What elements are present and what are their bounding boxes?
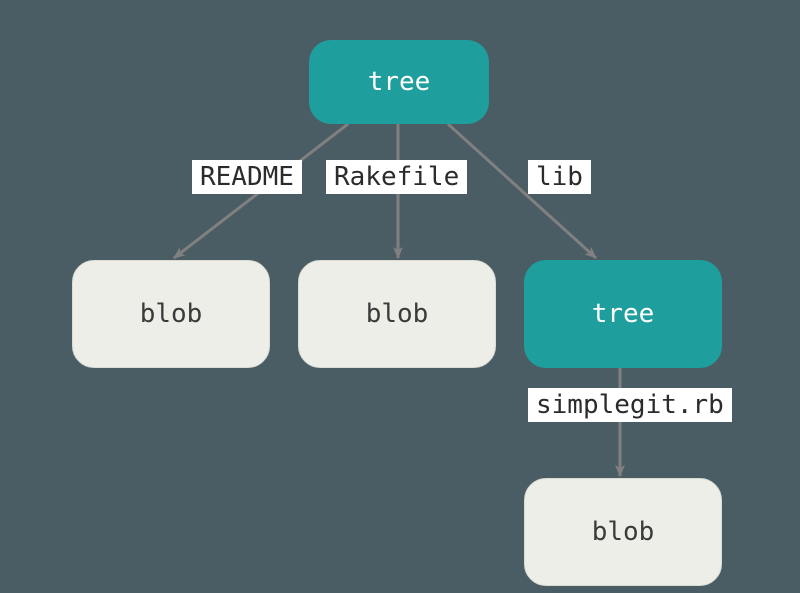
node-label: tree xyxy=(368,67,431,97)
tree-node: tree xyxy=(524,260,722,368)
edge-label-rakefile: Rakefile xyxy=(326,160,467,194)
node-label: blob xyxy=(366,299,429,329)
node-label: tree xyxy=(592,299,655,329)
blob-node: blob xyxy=(298,260,496,368)
edge-label-lib: lib xyxy=(528,160,591,194)
blob-node: blob xyxy=(524,478,722,586)
root-tree-node: tree xyxy=(309,40,489,124)
edge-label-readme: README xyxy=(192,160,302,194)
node-label: blob xyxy=(140,299,203,329)
edge-label-simplegit: simplegit.rb xyxy=(528,388,732,422)
blob-node: blob xyxy=(72,260,270,368)
node-label: blob xyxy=(592,517,655,547)
